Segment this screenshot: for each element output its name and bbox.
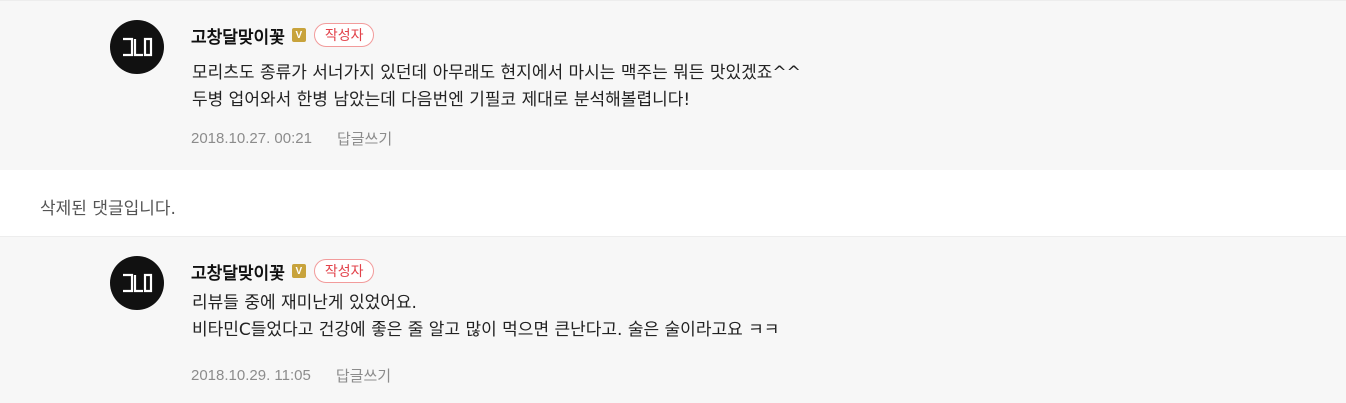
verified-badge: V <box>291 264 306 278</box>
author-badge: 작성자 <box>313 23 375 47</box>
comment-date: 2018.10.29. 11:05 <box>191 367 311 384</box>
comment-text: 모리츠도 종류가 서너가지 있던데 아무래도 현지에서 마시는 맥주는 뭐든 맛… <box>192 63 801 110</box>
comment-header: 고창달맞이꽃 V 작성자 <box>191 20 375 50</box>
reply-button[interactable]: 답글쓰기 <box>336 365 391 386</box>
deleted-comment-notice: 삭제된 댓글입니다. <box>40 199 176 219</box>
avatar[interactable] <box>110 20 164 74</box>
comment-header: 고창달맞이꽃 V 작성자 <box>191 256 375 286</box>
nickname[interactable]: 고창달맞이꽃 <box>191 23 285 48</box>
comment-text: 리뷰들 중에 재미난게 있었어요. 비타민C들었다고 건강에 좋은 줄 알고 많… <box>192 293 780 340</box>
comment-date: 2018.10.27. 00:21 <box>191 130 312 147</box>
author-badge: 작성자 <box>313 259 375 283</box>
profile-logo-icon <box>123 37 153 57</box>
comment-meta: 2018.10.29. 11:05 답글쓰기 <box>191 365 391 386</box>
nickname[interactable]: 고창달맞이꽃 <box>191 259 285 284</box>
avatar[interactable] <box>110 256 164 310</box>
reply-button[interactable]: 답글쓰기 <box>337 128 392 149</box>
comment-meta: 2018.10.27. 00:21 답글쓰기 <box>191 128 392 149</box>
verified-badge: V <box>291 28 306 42</box>
profile-logo-icon <box>123 273 153 293</box>
